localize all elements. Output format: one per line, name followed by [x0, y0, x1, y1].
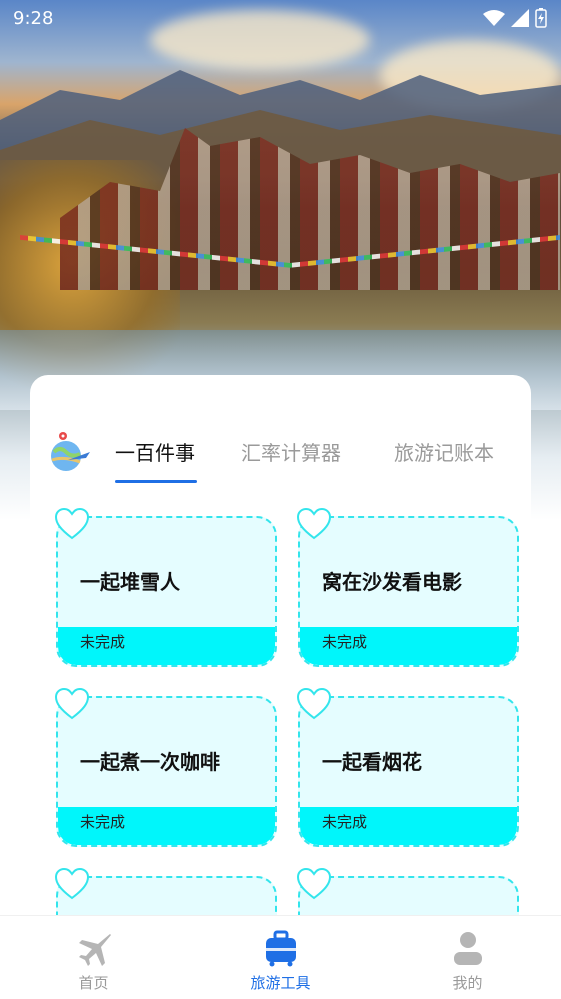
bottom-nav: 首页 旅游工具 我的: [0, 915, 561, 999]
battery-charging-icon: [535, 8, 547, 28]
card-title: 一起看烟花: [322, 750, 422, 774]
tab-hundred-things[interactable]: 一百件事: [115, 437, 195, 466]
travel-globe-plane-icon: [51, 432, 90, 471]
card-title: 一起堆雪人: [80, 570, 180, 594]
tab-exchange-calculator[interactable]: 汇率计算器: [241, 437, 341, 466]
status-time: 9:28: [13, 8, 54, 29]
tab-travel-ledger[interactable]: 旅游记账本: [394, 437, 494, 466]
signal-icon: [511, 9, 529, 27]
thing-card[interactable]: 一起煮一次咖啡 未完成: [56, 696, 277, 847]
thing-card[interactable]: 一起看烟花 未完成: [298, 696, 519, 847]
nav-travel-tools-label: 旅游工具: [250, 974, 311, 992]
wifi-icon: [483, 10, 505, 26]
nav-home-label: 首页: [78, 974, 109, 992]
status-bar: 9:28: [0, 0, 561, 36]
card-status: 未完成: [58, 627, 275, 665]
card-title: 窝在沙发看电影: [322, 570, 462, 594]
thing-card[interactable]: 窝在沙发看电影 未完成: [298, 516, 519, 667]
nav-profile[interactable]: 我的: [374, 916, 561, 999]
tool-tabs: 一百件事 汇率计算器 旅游记账本: [30, 430, 531, 490]
card-status: 未完成: [300, 627, 517, 665]
nav-profile-label: 我的: [452, 974, 483, 992]
card-status: 未完成: [58, 807, 275, 845]
thing-card[interactable]: 一起堆雪人 未完成: [56, 516, 277, 667]
active-tab-indicator: [115, 480, 197, 483]
nav-travel-tools[interactable]: 旅游工具: [187, 916, 374, 999]
card-title: 一起煮一次咖啡: [80, 750, 220, 774]
user-icon: [453, 932, 482, 965]
airplane-icon: [78, 934, 111, 966]
suitcase-icon: [265, 930, 296, 967]
card-status: 未完成: [300, 807, 517, 845]
nav-home[interactable]: 首页: [0, 916, 187, 999]
